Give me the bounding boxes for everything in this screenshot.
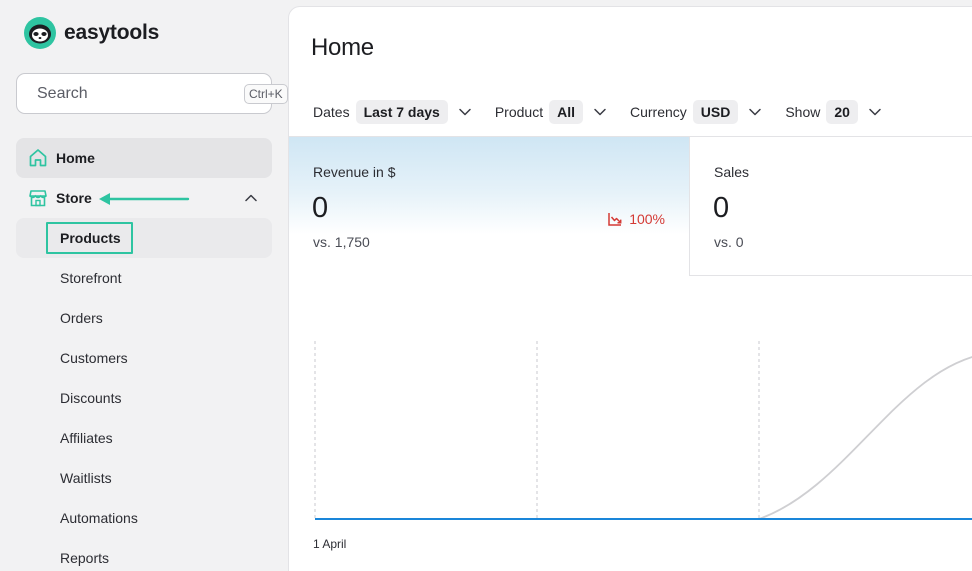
sub-item-label: Storefront [60, 270, 122, 286]
filter-label: Show [785, 103, 821, 120]
sub-item-label: Affiliates [60, 430, 113, 446]
sub-item-affiliates[interactable]: Affiliates [16, 418, 272, 458]
sub-item-waitlists[interactable]: Waitlists [16, 458, 272, 498]
sub-item-discounts[interactable]: Discounts [16, 378, 272, 418]
brand-name: easytools [64, 21, 160, 44]
sub-item-reports[interactable]: Reports [16, 538, 272, 571]
chevron-down-icon[interactable] [748, 105, 762, 119]
filter-label: Currency [629, 103, 687, 120]
trend-down-icon [608, 213, 622, 226]
filter-value[interactable]: All [549, 99, 583, 124]
sub-item-label: Orders [60, 310, 103, 326]
nav-item-label: Store [56, 190, 92, 206]
chevron-down-icon[interactable] [593, 105, 607, 119]
chart-x-tick-label: 1 April [313, 537, 347, 551]
chart-line-previous-period [758, 356, 972, 520]
stat-comparison: vs. 0 [714, 234, 744, 250]
filter-label: Product [494, 103, 544, 120]
nav-item-home[interactable]: Home [16, 138, 272, 178]
annotation-arrow-icon [99, 193, 190, 205]
search-input[interactable] [37, 84, 244, 103]
chevron-down-icon[interactable] [458, 105, 472, 119]
page-title: Home [311, 34, 374, 61]
stat-comparison: vs. 1,750 [313, 234, 370, 250]
filter-label: Dates [313, 103, 350, 120]
sub-item-label: Waitlists [60, 470, 112, 486]
filter-show[interactable]: Show 20 [785, 99, 882, 124]
store-icon [29, 190, 47, 207]
filter-product[interactable]: Product All [494, 99, 607, 124]
sub-item-customers[interactable]: Customers [16, 338, 272, 378]
nav-item-label: Home [56, 150, 95, 166]
sloth-logo-icon [24, 17, 56, 49]
sub-item-label: Customers [60, 350, 128, 366]
filter-value[interactable]: Last 7 days [355, 99, 448, 124]
sub-item-label: Reports [60, 550, 110, 566]
stat-label: Revenue in $ [313, 164, 396, 180]
stat-value: 0 [713, 192, 730, 224]
search-shortcut-badge: Ctrl+K [244, 83, 288, 104]
sales-card[interactable]: Sales 0 vs. 0 [690, 137, 972, 276]
sub-item-orders[interactable]: Orders [16, 298, 272, 338]
stat-change-value: 100% [629, 211, 665, 227]
sub-item-label: Discounts [60, 390, 122, 406]
main-panel: Home Dates Last 7 days Product All Curre… [288, 6, 972, 571]
sub-item-automations[interactable]: Automations [16, 498, 272, 538]
search-box[interactable]: Ctrl+K [16, 73, 288, 114]
sidebar: easytools Ctrl+K Home Store Products [0, 0, 288, 571]
filter-value[interactable]: 20 [826, 99, 858, 124]
revenue-chart[interactable]: 1 April [289, 277, 972, 571]
filter-bar: Dates Last 7 days Product All Currency U… [313, 99, 905, 124]
stat-label: Sales [714, 164, 750, 180]
stats-row: Revenue in $ 0 vs. 1,750 100% Sales 0 vs… [289, 136, 972, 276]
home-icon [29, 149, 47, 167]
chevron-down-icon[interactable] [868, 105, 882, 119]
brand[interactable]: easytools [24, 17, 159, 49]
revenue-card[interactable]: Revenue in $ 0 vs. 1,750 100% [289, 137, 690, 276]
filter-dates[interactable]: Dates Last 7 days [313, 99, 472, 124]
chevron-up-icon[interactable] [244, 191, 258, 205]
stat-value: 0 [312, 192, 329, 224]
sub-item-storefront[interactable]: Storefront [16, 258, 272, 298]
annotation-highlight-box [46, 222, 133, 254]
stat-change: 100% [607, 211, 665, 227]
filter-currency[interactable]: Currency USD [629, 99, 762, 124]
sub-item-label: Automations [60, 510, 138, 526]
filter-value[interactable]: USD [692, 99, 739, 124]
chart-canvas [314, 341, 972, 520]
